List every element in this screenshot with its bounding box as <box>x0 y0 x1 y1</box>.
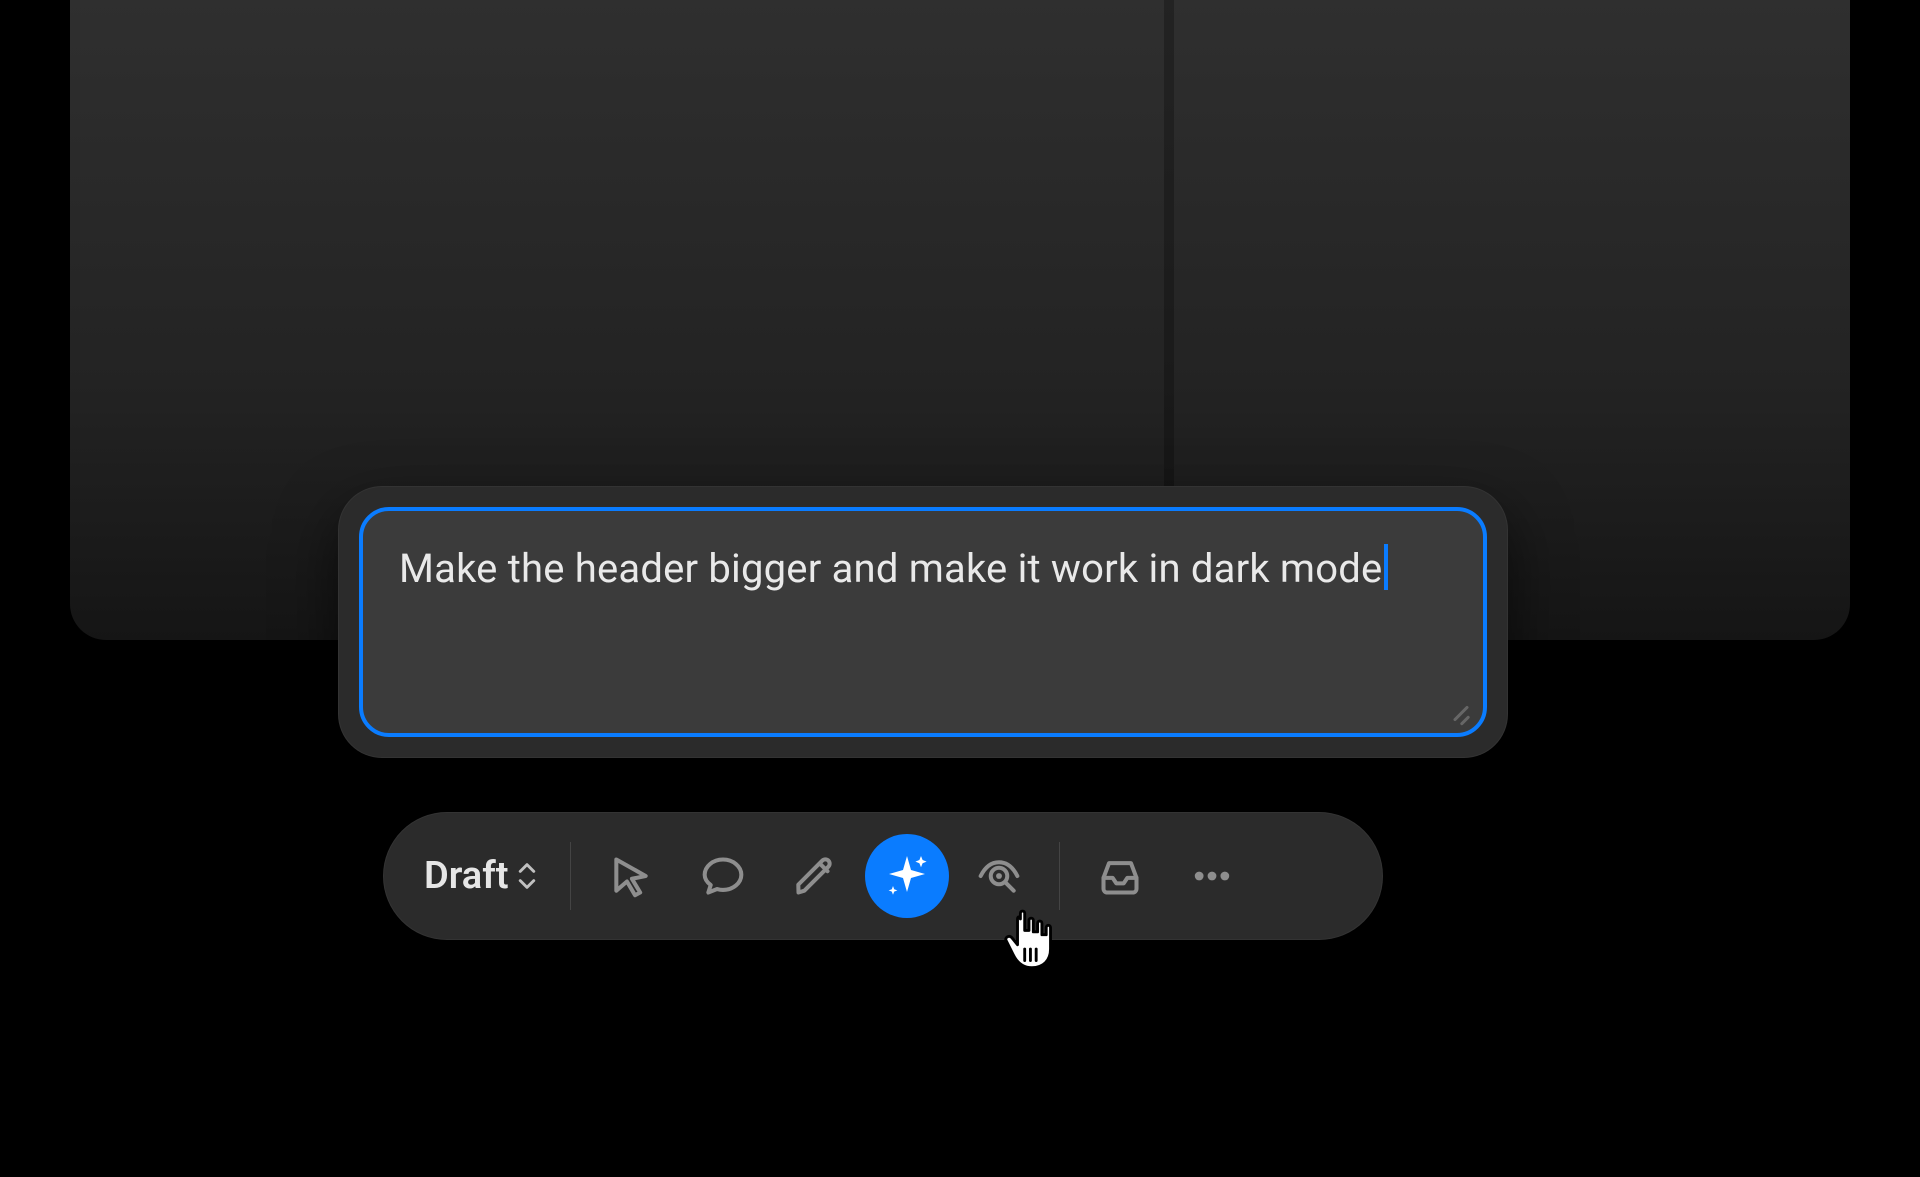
toolbar-divider <box>570 842 571 910</box>
app-stage: Make the header bigger and make it work … <box>0 0 1920 1177</box>
bottom-toolbar: Draft <box>383 812 1383 940</box>
mode-label: Draft <box>424 854 508 898</box>
inspect-tool[interactable] <box>957 834 1041 918</box>
select-tool[interactable] <box>589 834 673 918</box>
ai-tool[interactable] <box>865 834 949 918</box>
pointer-icon <box>609 854 653 898</box>
text-caret <box>1384 544 1388 590</box>
ai-prompt-text: Make the header bigger and make it work … <box>399 545 1382 592</box>
sparkle-icon <box>883 852 931 900</box>
canvas-divider <box>1164 0 1174 560</box>
more-icon <box>1190 854 1234 898</box>
mode-selector[interactable]: Draft <box>424 854 552 898</box>
ai-prompt-input[interactable]: Make the header bigger and make it work … <box>359 507 1487 737</box>
chevron-up-down-icon <box>518 862 536 890</box>
comment-tool[interactable] <box>681 834 765 918</box>
pencil-icon <box>793 854 837 898</box>
resize-handle-icon[interactable] <box>1447 699 1469 721</box>
inbox-tool[interactable] <box>1078 834 1162 918</box>
inbox-icon <box>1098 854 1142 898</box>
ai-prompt-panel: Make the header bigger and make it work … <box>338 486 1508 758</box>
toolbar-divider <box>1059 842 1060 910</box>
comment-icon <box>701 854 745 898</box>
draw-tool[interactable] <box>773 834 857 918</box>
more-tool[interactable] <box>1170 834 1254 918</box>
eye-target-icon <box>977 854 1021 898</box>
